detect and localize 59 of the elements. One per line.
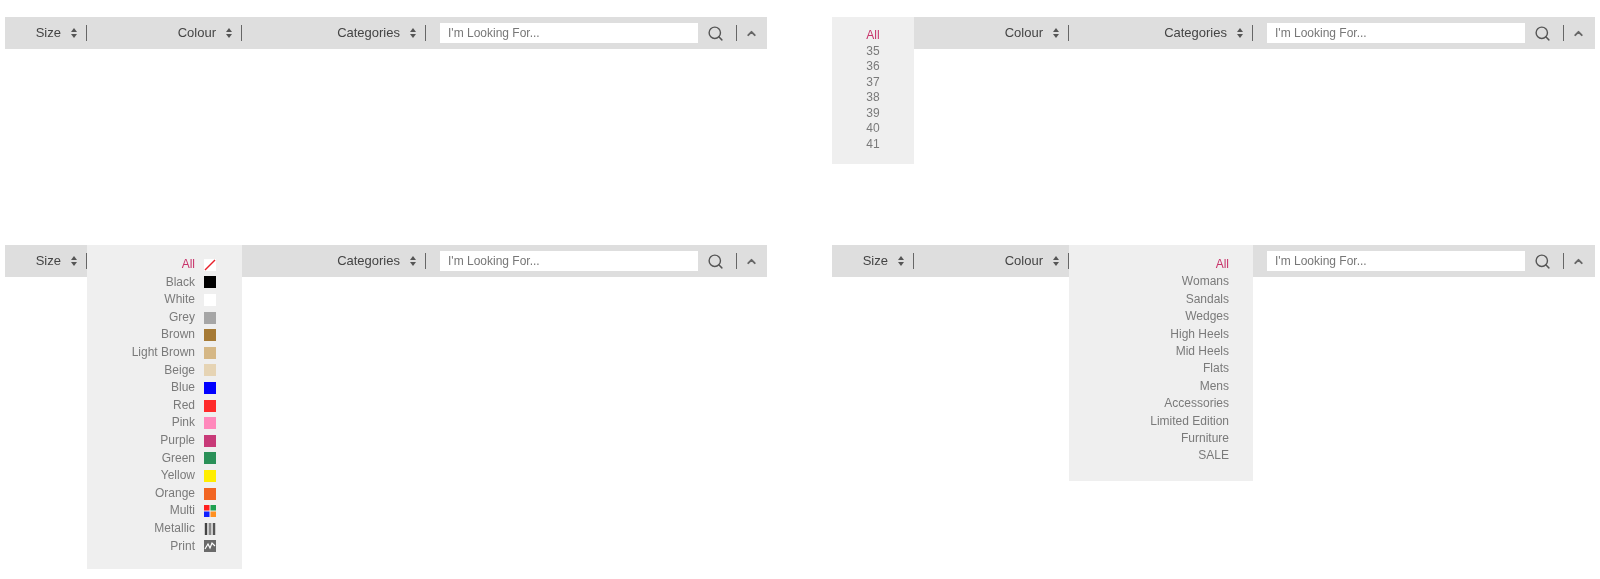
filter-option[interactable]: Green xyxy=(161,449,195,468)
filter-toggle[interactable]: Categories xyxy=(337,23,416,43)
filter-option[interactable]: Metallic xyxy=(154,519,195,538)
filter-option[interactable]: Brown xyxy=(161,326,195,344)
filter-option[interactable]: Pink xyxy=(171,414,195,432)
sort-icon xyxy=(71,256,77,266)
sort-icon xyxy=(898,256,904,266)
search-icon[interactable] xyxy=(707,252,724,270)
filter-option[interactable]: Red xyxy=(173,396,195,415)
sort-icon xyxy=(410,256,416,266)
filter-toggle[interactable]: Colour xyxy=(177,23,232,43)
filter-option[interactable]: Light Brown xyxy=(131,343,195,362)
sort-icon xyxy=(1053,256,1059,266)
search-icon[interactable] xyxy=(1534,252,1551,270)
filter-toggle[interactable]: Colour xyxy=(1004,251,1059,271)
filter-option[interactable]: Beige xyxy=(164,361,195,380)
filter-option[interactable]: 41 xyxy=(866,136,880,152)
filter-option[interactable]: Limited Edition xyxy=(1150,412,1229,431)
filter-toggle[interactable]: Categories xyxy=(337,251,416,271)
filter-option[interactable]: 38 xyxy=(866,90,880,106)
filter-option[interactable]: Black xyxy=(165,273,195,292)
multicolour-icon xyxy=(204,505,216,518)
no-colour-icon xyxy=(204,258,216,271)
filter-option[interactable]: Flats xyxy=(1203,360,1229,378)
filter-option[interactable]: Furniture xyxy=(1180,430,1229,448)
filter-toggle[interactable]: Size xyxy=(35,23,77,43)
filter-option[interactable]: Wedges xyxy=(1185,308,1229,326)
search-field[interactable]: I'm Looking For... xyxy=(440,251,698,271)
print-pattern-icon xyxy=(204,540,216,553)
filter-option[interactable]: Mid Heels xyxy=(1175,343,1229,361)
filter-option[interactable]: Mens xyxy=(1199,377,1229,396)
filter-option[interactable]: Purple xyxy=(160,431,195,450)
metallic-icon xyxy=(204,522,216,535)
sort-icon xyxy=(71,28,77,38)
filter-option[interactable]: Accessories xyxy=(1164,395,1229,413)
filter-option[interactable]: SALE xyxy=(1198,447,1229,465)
search-icon[interactable] xyxy=(707,24,724,42)
filter-option[interactable]: All xyxy=(181,256,195,274)
filter-option[interactable]: Blue xyxy=(170,379,195,397)
filter-option[interactable]: 37 xyxy=(866,74,880,90)
filter-option[interactable]: Womans xyxy=(1181,273,1229,291)
filter-option[interactable]: High Heels xyxy=(1170,325,1229,344)
filter-toggle[interactable]: Size xyxy=(35,251,77,271)
filter-option[interactable]: 40 xyxy=(866,121,880,137)
sort-icon xyxy=(226,28,232,38)
filter-option[interactable]: Grey xyxy=(169,308,195,327)
filter-option[interactable]: Print xyxy=(170,537,195,556)
filter-option[interactable]: Sandals xyxy=(1185,290,1229,309)
filter-option[interactable]: Orange xyxy=(154,484,195,503)
filter-option[interactable]: Yellow xyxy=(160,467,195,485)
search-field[interactable]: I'm Looking For... xyxy=(440,23,698,43)
filter-option[interactable]: White xyxy=(164,291,195,309)
filter-toggle[interactable]: Size xyxy=(862,251,904,271)
sort-icon xyxy=(410,28,416,38)
search-field[interactable]: I'm Looking For... xyxy=(1267,251,1525,271)
filter-option[interactable]: 36 xyxy=(866,59,880,75)
filter-option[interactable]: Multi xyxy=(169,502,195,520)
filter-option[interactable]: All xyxy=(1215,256,1229,274)
filter-option[interactable]: 39 xyxy=(866,105,880,121)
